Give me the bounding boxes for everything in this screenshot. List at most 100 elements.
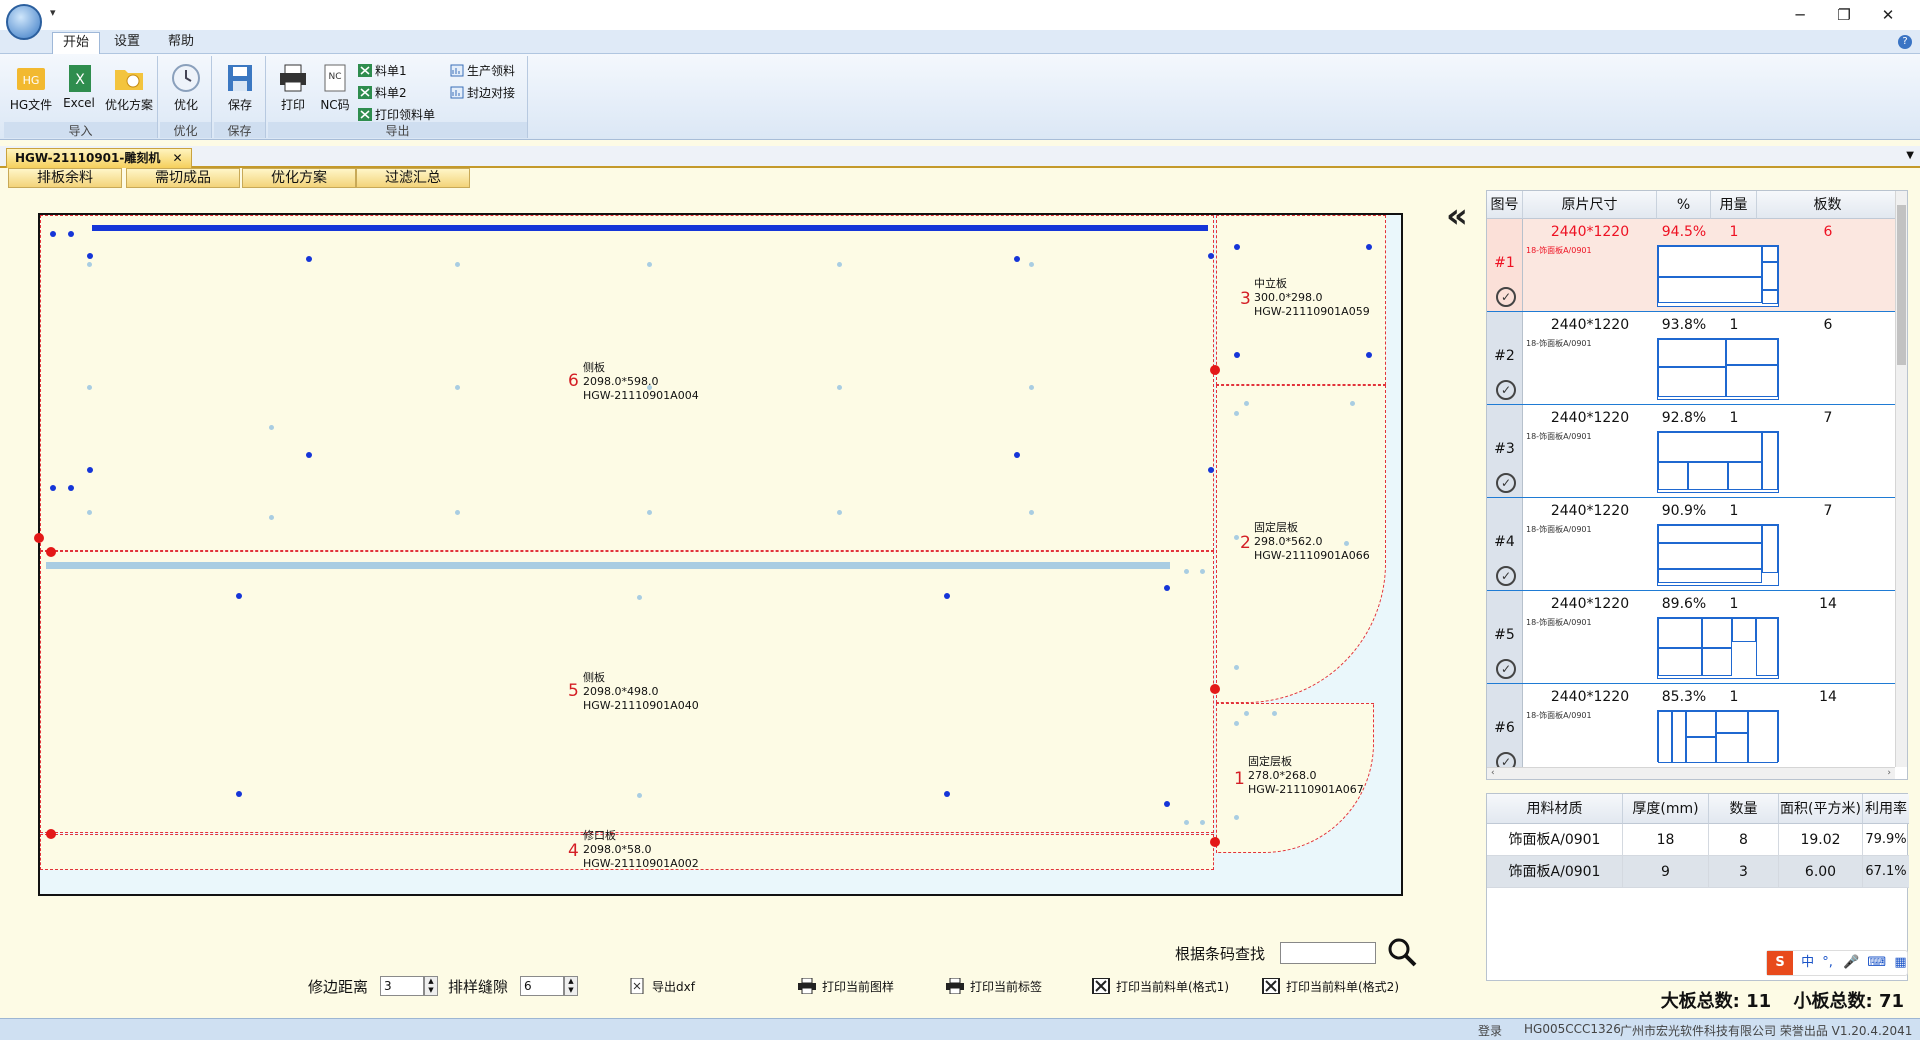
check-circle-icon[interactable]: ✓ xyxy=(1496,659,1516,679)
sheet-thumbnail[interactable] xyxy=(1657,245,1779,307)
sheet-thumbnail[interactable] xyxy=(1657,338,1779,400)
clock-icon xyxy=(172,64,200,92)
column-header[interactable]: 利用率 xyxy=(1863,794,1909,824)
sheet-size: 2440*1220 xyxy=(1550,224,1630,240)
print-drawing-button[interactable]: 打印当前图样 xyxy=(798,978,894,995)
scroll-thumb[interactable] xyxy=(1897,205,1906,365)
edge-match-button[interactable]: 封边对接 xyxy=(450,84,515,102)
trim-distance-input[interactable]: 3 xyxy=(380,976,424,996)
excel-small-icon xyxy=(1262,978,1280,994)
sheet-size: 2440*1220 xyxy=(1550,410,1630,426)
punctuation-icon: °, xyxy=(1822,955,1833,970)
summary-material[interactable]: 饰面板A/0901 xyxy=(1487,824,1623,856)
tab-optimize-plan[interactable]: 优化方案 xyxy=(242,168,356,188)
document-tab[interactable]: HGW-21110901-雕刻机 ✕ xyxy=(6,148,192,168)
cut-start-marker xyxy=(46,829,56,839)
cut-start-marker xyxy=(1210,837,1220,847)
list1-button[interactable]: 料单1 xyxy=(358,62,407,80)
sheet-thumbnail[interactable] xyxy=(1657,524,1779,586)
collapse-panel-icon[interactable]: « xyxy=(1446,196,1468,236)
print-list-format1-button[interactable]: 打印当前料单(格式1) xyxy=(1092,978,1229,995)
column-header[interactable]: 图号 xyxy=(1487,191,1523,219)
sheet-thumbnail[interactable] xyxy=(1657,617,1779,679)
tab-sheet-remnants[interactable]: 排板余料 xyxy=(8,168,122,188)
scroll-left-icon[interactable]: ‹ xyxy=(1491,768,1495,778)
tab-list-dropdown-icon[interactable]: ▼ xyxy=(1906,150,1914,161)
part-number: 3 xyxy=(1240,289,1251,309)
tab-filter-summary[interactable]: 过滤汇总 xyxy=(356,168,470,188)
list2-button[interactable]: 料单2 xyxy=(358,84,407,102)
print-list-format2-button[interactable]: 打印当前料单(格式2) xyxy=(1262,978,1399,995)
check-circle-icon[interactable]: ✓ xyxy=(1496,287,1516,307)
nc-code-button[interactable]: NC NC码 xyxy=(312,62,358,113)
search-icon[interactable] xyxy=(1386,936,1418,968)
layout-gap-stepper[interactable]: ▲ ▼ xyxy=(564,976,578,996)
sheet-row[interactable]: #4 2440*1220 90.9% 1 7 18-饰面板A/0901 ✓ xyxy=(1487,498,1899,591)
shallow-hole xyxy=(647,510,652,515)
ime-toolbar[interactable]: S 中 °, 🎤 ⌨ ▦ xyxy=(1766,950,1908,976)
column-header[interactable]: 用量 xyxy=(1711,191,1757,219)
optimize-button[interactable]: 优化 xyxy=(163,62,209,113)
column-header[interactable]: 数量 xyxy=(1709,794,1779,824)
check-circle-icon[interactable]: ✓ xyxy=(1496,566,1516,586)
shallow-hole xyxy=(837,510,842,515)
login-status[interactable]: 登录 xyxy=(1478,1022,1502,1039)
shallow-hole xyxy=(1234,411,1239,416)
layout-gap-input[interactable]: 6 xyxy=(520,976,564,996)
summary-rate: 79.9% xyxy=(1863,824,1909,856)
part-number: 2 xyxy=(1240,533,1251,553)
part-number: 4 xyxy=(568,841,579,861)
check-circle-icon[interactable]: ✓ xyxy=(1496,473,1516,493)
print-button[interactable]: 打印 xyxy=(270,62,316,113)
column-header[interactable]: % xyxy=(1657,191,1711,219)
save-button[interactable]: 保存 xyxy=(217,62,263,113)
minimize-icon[interactable]: ─ xyxy=(1780,4,1820,26)
scroll-right-icon[interactable]: › xyxy=(1887,768,1891,778)
shallow-hole xyxy=(87,385,92,390)
barcode-search-input[interactable] xyxy=(1280,942,1376,964)
production-picklist-button[interactable]: 生产领料 xyxy=(450,62,515,80)
nesting-canvas[interactable]: 6 侧板 2098.0*598.0 HGW-21110901A004 5 侧板 209… xyxy=(34,213,1403,896)
sheet-row[interactable]: #2 2440*1220 93.8% 1 6 18-饰面板A/0901 ✓ xyxy=(1487,312,1899,405)
part-number: 6 xyxy=(568,371,579,391)
app-menu-button[interactable] xyxy=(6,4,42,40)
sheet-row-selected[interactable]: #1 2440*1220 94.5% 1 6 18-饰面板A/0901 ✓ xyxy=(1487,219,1899,312)
drill-hole xyxy=(1014,452,1020,458)
sheet-qty: 1 xyxy=(1729,689,1739,705)
sheet-thumbnail[interactable] xyxy=(1657,431,1779,493)
column-header[interactable]: 板数 xyxy=(1757,191,1899,219)
export-dxf-button[interactable]: 导出dxf xyxy=(628,978,695,995)
tab-help[interactable]: 帮助 xyxy=(158,32,204,54)
restore-icon[interactable]: ❐ xyxy=(1824,4,1864,26)
column-header[interactable]: 原片尺寸 xyxy=(1523,191,1657,219)
excel-button[interactable]: X Excel xyxy=(56,62,102,110)
column-header[interactable]: 用料材质 xyxy=(1487,794,1623,824)
vertical-scrollbar[interactable] xyxy=(1895,191,1907,767)
tab-cut-products[interactable]: 需切成品 xyxy=(126,168,240,188)
sheet-row[interactable]: #5 2440*1220 89.6% 1 14 18-饰面板A/0901 ✓ xyxy=(1487,591,1899,684)
export-group: 打印 NC NC码 料单1 料单2 打印领料单 生产领料 封边对接 导出 xyxy=(268,56,528,138)
sheet-qty: 1 xyxy=(1729,503,1739,519)
sheet-thumbnail[interactable] xyxy=(1657,710,1779,763)
column-header[interactable]: 厚度(mm) xyxy=(1623,794,1709,824)
summary-area: 19.02 xyxy=(1779,824,1863,856)
close-tab-icon[interactable]: ✕ xyxy=(173,151,183,165)
tab-start[interactable]: 开始 xyxy=(52,32,101,54)
trim-distance-stepper[interactable]: ▲ ▼ xyxy=(424,976,438,996)
hg-file-button[interactable]: HG HG文件 xyxy=(8,62,54,113)
sheet-row[interactable]: #3 2440*1220 92.8% 1 7 18-饰面板A/0901 ✓ xyxy=(1487,405,1899,498)
sheet-row[interactable]: #6 2440*1220 85.3% 1 14 18-饰面板A/0901 ✓ xyxy=(1487,684,1899,772)
optimize-plan-button[interactable]: 优化方案 xyxy=(102,62,156,113)
column-header[interactable]: 面积(平方米) xyxy=(1779,794,1863,824)
check-circle-icon[interactable]: ✓ xyxy=(1496,380,1516,400)
help-icon[interactable]: ? xyxy=(1898,35,1912,49)
small-part-total: 小板总数: 71 xyxy=(1793,991,1904,1012)
summary-material[interactable]: 饰面板A/0901 xyxy=(1487,856,1623,888)
quick-access-dropdown-icon[interactable]: ▾ xyxy=(50,6,56,19)
tab-settings[interactable]: 设置 xyxy=(104,32,150,54)
drill-hole xyxy=(1208,253,1214,259)
drill-hole xyxy=(1014,256,1020,262)
horizontal-scrollbar[interactable]: ‹ › xyxy=(1487,767,1895,779)
close-icon[interactable]: ✕ xyxy=(1868,4,1908,26)
print-label-button[interactable]: 打印当前标签 xyxy=(946,978,1042,995)
